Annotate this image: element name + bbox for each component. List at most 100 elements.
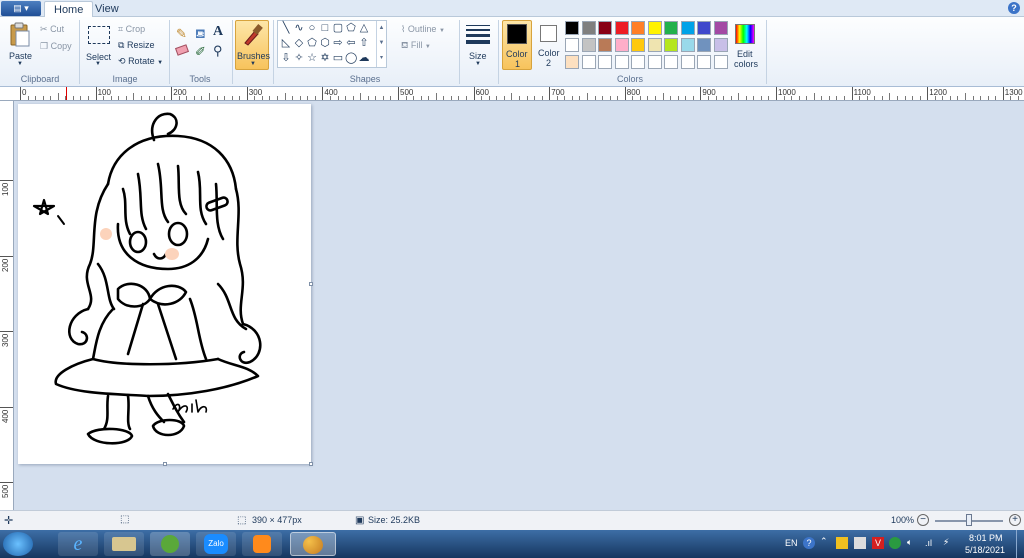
resize-handle-corner[interactable] (309, 462, 313, 466)
triangle-shape-icon[interactable]: △ (358, 23, 370, 34)
network-flag-icon[interactable] (854, 537, 866, 549)
update-icon[interactable] (889, 537, 901, 549)
outline-button[interactable]: ⌇ Outline ▼ (401, 24, 445, 35)
color-swatch[interactable] (598, 55, 612, 69)
internet-explorer-icon[interactable]: e (58, 532, 98, 556)
fill-button[interactable]: ⛾ Fill ▼ (401, 40, 431, 52)
show-desktop-button[interactable] (1016, 530, 1024, 558)
color-swatch[interactable] (598, 38, 612, 52)
start-button[interactable] (3, 532, 33, 556)
color-swatch[interactable] (614, 38, 629, 52)
coccoc-browser-icon[interactable] (150, 532, 190, 556)
callout-rect-shape-icon[interactable]: ▭ (332, 53, 344, 64)
callout-oval-shape-icon[interactable]: ◯ (345, 53, 357, 64)
chevron-up-icon[interactable]: ⌃ (820, 536, 828, 547)
color-swatch[interactable] (664, 55, 678, 69)
color-swatch[interactable] (565, 38, 579, 52)
color-swatch[interactable] (581, 38, 596, 52)
zalo-icon[interactable]: Zalo (196, 532, 236, 556)
color-swatch[interactable] (697, 38, 711, 52)
color-swatch[interactable] (680, 21, 695, 35)
help-tray-icon[interactable]: ? (803, 537, 815, 549)
six-point-star-shape-icon[interactable]: ✡ (319, 53, 331, 64)
language-indicator[interactable]: EN (785, 538, 798, 548)
help-icon[interactable]: ? (1008, 2, 1020, 14)
antivirus-icon[interactable]: V (872, 537, 884, 549)
select-button[interactable]: Select ▼ (84, 20, 112, 68)
color-swatch[interactable] (614, 21, 629, 35)
tab-view[interactable]: View (86, 1, 128, 17)
five-point-star-shape-icon[interactable]: ☆ (306, 53, 318, 64)
paint-menu-button[interactable]: ▤ ▾ (1, 1, 41, 16)
rounded-rectangle-shape-icon[interactable]: ▢ (332, 23, 344, 34)
power-icon[interactable]: ⚡︎ (943, 537, 949, 548)
color-swatch[interactable] (647, 21, 662, 35)
up-arrow-shape-icon[interactable]: ⇧ (358, 38, 370, 49)
color-swatch[interactable] (581, 55, 596, 69)
paste-button[interactable]: Paste ▼ (6, 20, 34, 68)
crop-button[interactable]: ⌗ Crop (118, 24, 145, 35)
color-swatch[interactable] (565, 21, 579, 35)
color1-button[interactable]: Color 1 (502, 20, 532, 70)
resize-handle-right[interactable] (309, 282, 313, 286)
polygon-shape-icon[interactable]: ⬠ (345, 23, 357, 34)
resize-handle-bottom[interactable] (163, 462, 167, 466)
color-swatch[interactable] (631, 55, 645, 69)
diamond-shape-icon[interactable]: ◇ (293, 38, 305, 49)
media-player-icon[interactable] (242, 532, 282, 556)
pentagon-shape-icon[interactable]: ⬠ (306, 38, 318, 49)
paint-taskbar-button[interactable] (290, 532, 336, 556)
left-arrow-shape-icon[interactable]: ⇦ (345, 38, 357, 49)
color-swatch[interactable] (713, 38, 728, 52)
fill-bucket-icon[interactable]: ⛾ (195, 26, 206, 44)
color-swatch[interactable] (697, 21, 711, 35)
rotate-button[interactable]: ⟲ Rotate ▼ (118, 56, 163, 67)
color-swatch[interactable] (680, 55, 695, 69)
color-swatch[interactable] (565, 55, 579, 69)
magnifier-icon[interactable]: ⚲ (213, 43, 223, 59)
color-swatch[interactable] (631, 21, 645, 35)
resize-button[interactable]: ⧉ Resize (118, 40, 154, 51)
copy-button[interactable]: ❐ Copy (40, 41, 72, 52)
color-picker-icon[interactable]: ✐ (195, 44, 206, 60)
size-button[interactable]: Size ▼ (463, 20, 493, 70)
color-swatch[interactable] (664, 38, 678, 52)
drawing-canvas[interactable] (18, 104, 313, 466)
volume-icon[interactable]: 🔈︎ (907, 537, 912, 548)
zoom-in-button[interactable]: + (1009, 514, 1021, 526)
curve-shape-icon[interactable]: ∿ (293, 23, 305, 34)
color-swatch[interactable] (631, 38, 645, 52)
text-icon[interactable]: A (213, 24, 223, 40)
pencil-icon[interactable]: ✎ (176, 26, 187, 42)
color-swatch[interactable] (598, 21, 612, 35)
hexagon-shape-icon[interactable]: ⬡ (319, 38, 331, 49)
clock-date[interactable]: 5/18/2021 (965, 545, 1005, 555)
color-swatch[interactable] (647, 38, 662, 52)
right-triangle-shape-icon[interactable]: ◺ (280, 38, 292, 49)
oval-shape-icon[interactable]: ○ (306, 23, 318, 34)
signal-icon[interactable]: .ıl (925, 538, 932, 548)
color-swatch[interactable] (680, 38, 695, 52)
clock-time[interactable]: 8:01 PM (969, 533, 1003, 543)
color-swatch[interactable] (647, 55, 662, 69)
brushes-button[interactable]: Brushes ▼ (235, 20, 270, 70)
edit-colors-button[interactable]: Edit colors (731, 20, 761, 70)
four-point-star-shape-icon[interactable]: ✧ (293, 53, 305, 64)
down-arrow-shape-icon[interactable]: ⇩ (280, 53, 292, 64)
rectangle-shape-icon[interactable]: □ (319, 23, 331, 34)
color-swatch[interactable] (614, 55, 629, 69)
color-swatch[interactable] (664, 21, 678, 35)
eraser-icon[interactable] (174, 44, 190, 56)
color-swatch[interactable] (697, 55, 711, 69)
file-explorer-icon[interactable] (104, 532, 144, 556)
callout-cloud-shape-icon[interactable]: ☁ (358, 53, 370, 64)
shapes-scroll[interactable]: ▲ ▼ ▾ (376, 21, 386, 67)
cut-button[interactable]: ✂ Cut (40, 24, 64, 35)
zoom-out-button[interactable]: − (917, 514, 929, 526)
color-swatch[interactable] (581, 21, 596, 35)
color-swatch[interactable] (713, 21, 728, 35)
tray-app-icon[interactable] (836, 537, 848, 549)
color-swatch[interactable] (713, 55, 728, 69)
line-shape-icon[interactable]: ╲ (280, 23, 292, 34)
right-arrow-shape-icon[interactable]: ⇨ (332, 38, 344, 49)
